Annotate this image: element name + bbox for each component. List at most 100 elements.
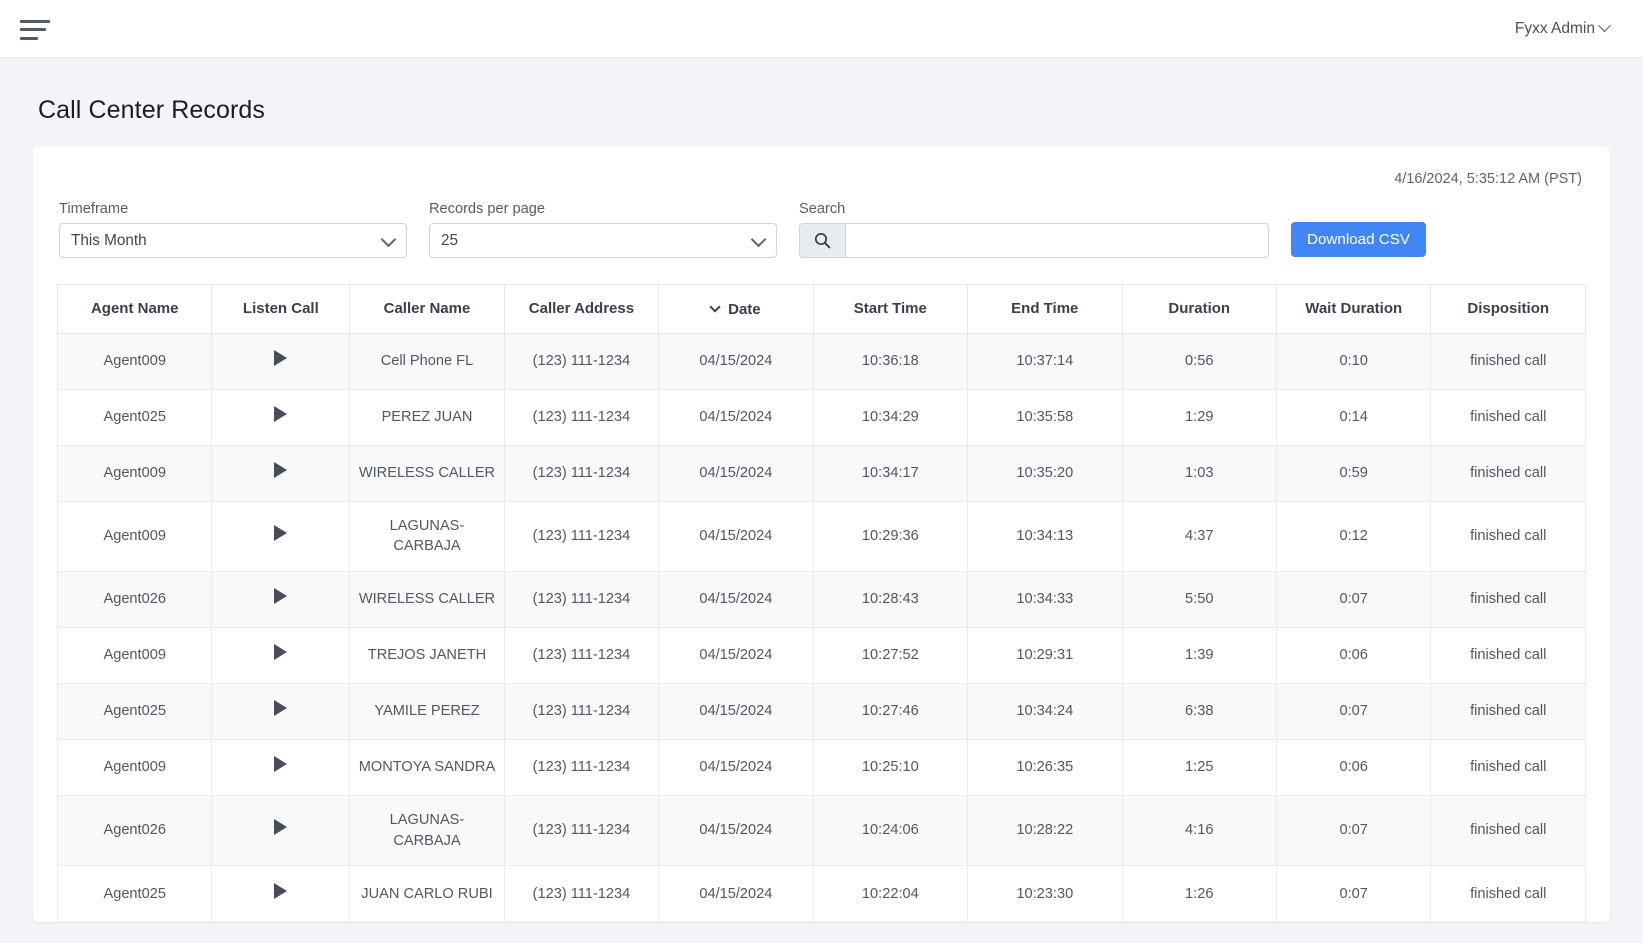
play-icon[interactable] (274, 700, 287, 716)
cell-listen-call (212, 571, 350, 627)
user-menu-label: Fyxx Admin (1515, 20, 1595, 38)
hamburger-menu-icon[interactable] (20, 18, 50, 40)
cell-duration: 4:16 (1122, 795, 1276, 865)
column-header-date[interactable]: Date (659, 285, 813, 334)
timeframe-select[interactable]: This Month (59, 223, 407, 258)
play-icon[interactable] (274, 406, 287, 422)
cell-duration: 5:50 (1122, 571, 1276, 627)
table-row: Agent009LAGUNAS-CARBAJA(123) 111-123404/… (58, 501, 1586, 571)
column-header-caller-name[interactable]: Caller Name (350, 285, 504, 334)
cell-caller-name: MONTOYA SANDRA (350, 739, 504, 795)
play-icon[interactable] (274, 462, 287, 478)
cell-start-time: 10:34:17 (813, 445, 967, 501)
play-icon[interactable] (274, 756, 287, 772)
column-header-label: Caller Name (384, 300, 471, 317)
cell-end-time: 10:35:58 (968, 389, 1122, 445)
play-icon[interactable] (274, 525, 287, 541)
column-header-listen-call[interactable]: Listen Call (212, 285, 350, 334)
column-header-label: Listen Call (243, 300, 319, 317)
cell-start-time: 10:27:46 (813, 683, 967, 739)
cell-disposition: finished call (1431, 445, 1586, 501)
column-header-label: Caller Address (529, 300, 634, 317)
column-header-start-time[interactable]: Start Time (813, 285, 967, 334)
column-header-label: End Time (1011, 300, 1078, 317)
cell-end-time: 10:34:24 (968, 683, 1122, 739)
download-control: Download CSV (1291, 222, 1426, 258)
play-icon[interactable] (274, 644, 287, 660)
chevron-down-icon (709, 301, 720, 312)
cell-caller-address: (123) 111-1234 (504, 683, 658, 739)
table-row: Agent026WIRELESS CALLER(123) 111-123404/… (58, 571, 1586, 627)
cell-caller-address: (123) 111-1234 (504, 571, 658, 627)
user-menu[interactable]: Fyxx Admin (1515, 20, 1609, 38)
cell-agent-name: Agent009 (58, 501, 212, 571)
search-group (799, 223, 1269, 258)
search-icon (814, 232, 831, 249)
cell-agent-name: Agent009 (58, 445, 212, 501)
cell-end-time: 10:28:22 (968, 795, 1122, 865)
column-header-label: Date (728, 301, 761, 318)
cell-end-time: 10:26:35 (968, 739, 1122, 795)
cell-listen-call (212, 501, 350, 571)
cell-listen-call (212, 627, 350, 683)
play-icon[interactable] (274, 588, 287, 604)
cell-disposition: finished call (1431, 389, 1586, 445)
records-table-body: Agent009Cell Phone FL(123) 111-123404/15… (58, 333, 1586, 922)
cell-duration: 0:56 (1122, 333, 1276, 389)
play-icon[interactable] (274, 883, 287, 899)
cell-disposition: finished call (1431, 501, 1586, 571)
search-input[interactable] (845, 223, 1269, 258)
table-row: Agent009MONTOYA SANDRA(123) 111-123404/1… (58, 739, 1586, 795)
column-header-duration[interactable]: Duration (1122, 285, 1276, 334)
column-header-wait-duration[interactable]: Wait Duration (1276, 285, 1430, 334)
records-card: 4/16/2024, 5:35:12 AM (PST) Timeframe Th… (33, 147, 1610, 922)
cell-date: 04/15/2024 (659, 333, 813, 389)
cell-wait-duration: 0:07 (1276, 866, 1430, 922)
column-header-end-time[interactable]: End Time (968, 285, 1122, 334)
hamburger-line (20, 28, 46, 31)
cell-start-time: 10:27:52 (813, 627, 967, 683)
play-icon[interactable] (274, 350, 287, 366)
cell-listen-call (212, 333, 350, 389)
column-header-label: Duration (1168, 300, 1230, 317)
column-header-caller-address[interactable]: Caller Address (504, 285, 658, 334)
cell-wait-duration: 0:06 (1276, 627, 1430, 683)
records-table-head: Agent Name Listen Call Caller Name Calle… (58, 285, 1586, 334)
cell-caller-address: (123) 111-1234 (504, 866, 658, 922)
cell-disposition: finished call (1431, 739, 1586, 795)
cell-start-time: 10:36:18 (813, 333, 967, 389)
cell-agent-name: Agent009 (58, 627, 212, 683)
cell-caller-name: Cell Phone FL (350, 333, 504, 389)
table-row: Agent009Cell Phone FL(123) 111-123404/15… (58, 333, 1586, 389)
cell-date: 04/15/2024 (659, 866, 813, 922)
cell-disposition: finished call (1431, 866, 1586, 922)
column-header-agent-name[interactable]: Agent Name (58, 285, 212, 334)
play-icon[interactable] (274, 819, 287, 835)
download-csv-button[interactable]: Download CSV (1291, 222, 1426, 257)
records-per-page-select[interactable]: 25 (429, 223, 777, 258)
cell-duration: 1:26 (1122, 866, 1276, 922)
search-button[interactable] (799, 223, 845, 258)
cell-date: 04/15/2024 (659, 795, 813, 865)
cell-caller-name: LAGUNAS-CARBAJA (350, 795, 504, 865)
table-header-row: Agent Name Listen Call Caller Name Calle… (58, 285, 1586, 334)
column-header-disposition[interactable]: Disposition (1431, 285, 1586, 334)
cell-start-time: 10:34:29 (813, 389, 967, 445)
table-row: Agent009WIRELESS CALLER(123) 111-123404/… (58, 445, 1586, 501)
filter-controls: Timeframe This Month Records per page 25 (57, 201, 1586, 258)
cell-end-time: 10:34:33 (968, 571, 1122, 627)
cell-end-time: 10:34:13 (968, 501, 1122, 571)
cell-disposition: finished call (1431, 571, 1586, 627)
cell-wait-duration: 0:06 (1276, 739, 1430, 795)
cell-duration: 1:25 (1122, 739, 1276, 795)
records-per-page-select-wrap: 25 (429, 223, 777, 258)
column-header-label: Start Time (854, 300, 927, 317)
cell-caller-address: (123) 111-1234 (504, 389, 658, 445)
cell-end-time: 10:37:14 (968, 333, 1122, 389)
cell-end-time: 10:35:20 (968, 445, 1122, 501)
report-timestamp: 4/16/2024, 5:35:12 AM (PST) (57, 169, 1586, 187)
cell-start-time: 10:25:10 (813, 739, 967, 795)
table-row: Agent026LAGUNAS-CARBAJA(123) 111-123404/… (58, 795, 1586, 865)
table-row: Agent025YAMILE PEREZ(123) 111-123404/15/… (58, 683, 1586, 739)
table-row: Agent025JUAN CARLO RUBI(123) 111-123404/… (58, 866, 1586, 922)
